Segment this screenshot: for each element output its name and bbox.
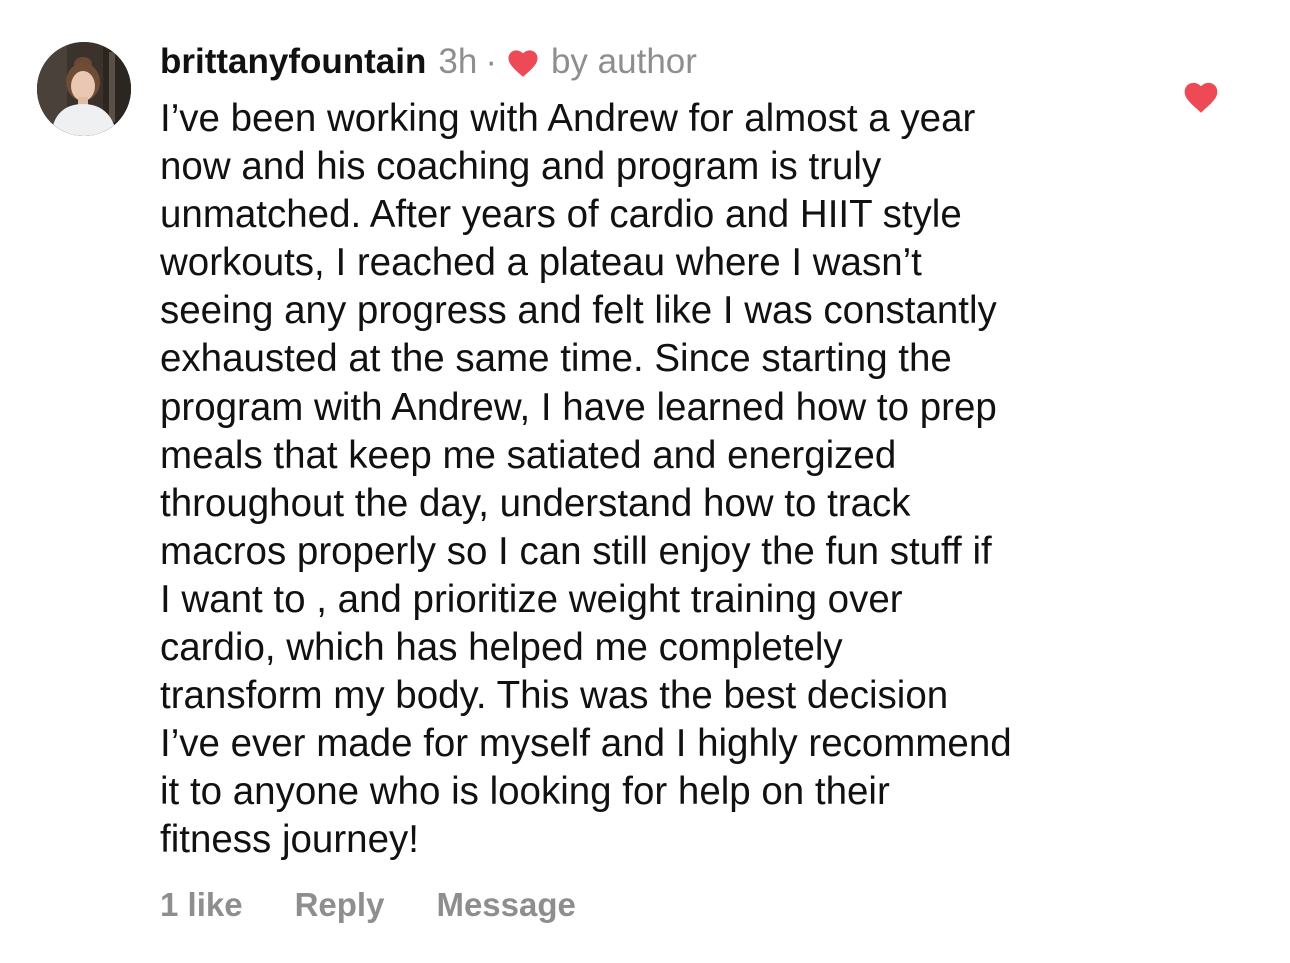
username[interactable]: brittanyfountain	[160, 42, 426, 82]
avatar[interactable]	[37, 42, 131, 136]
comment-header: brittanyfountain 3h · by author	[160, 40, 697, 84]
heart-icon	[505, 46, 541, 78]
comment-text: I’ve been working with Andrew for almost…	[160, 97, 1012, 862]
message-button[interactable]: Message	[436, 886, 575, 924]
timestamp[interactable]: 3h	[438, 42, 477, 82]
reply-button[interactable]: Reply	[295, 886, 385, 924]
separator-dot: ·	[485, 42, 497, 81]
likes-count[interactable]: 1 like	[160, 886, 243, 924]
comment-actions: 1 like Reply Message	[160, 886, 576, 924]
author-badge: by author	[550, 42, 697, 81]
comment: brittanyfountain 3h · by author I’ve bee…	[0, 0, 1290, 963]
like-heart-icon[interactable]	[1181, 78, 1221, 114]
avatar-image	[37, 42, 131, 136]
